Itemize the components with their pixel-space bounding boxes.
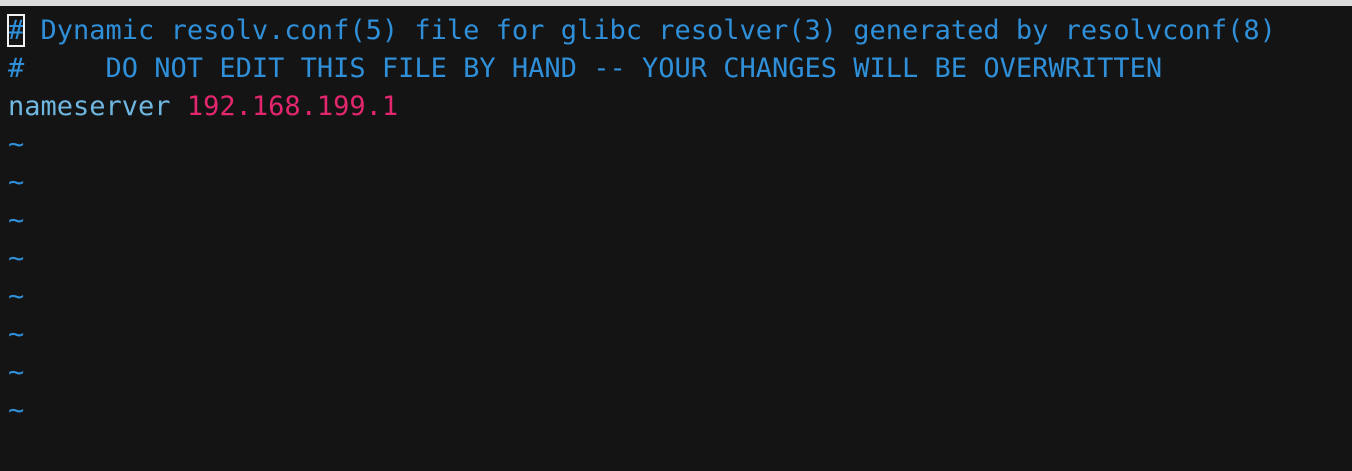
- empty-line-marker: ~: [8, 319, 25, 350]
- line-3[interactable]: nameserver 192.168.199.1: [8, 88, 398, 126]
- empty-line-marker: ~: [8, 281, 25, 312]
- empty-line-marker: ~: [8, 357, 25, 388]
- line-1[interactable]: # Dynamic resolv.conf(5) file for glibc …: [6, 12, 1276, 50]
- empty-line-marker: ~: [8, 129, 25, 160]
- empty-line-marker: ~: [8, 243, 25, 274]
- vim-editor[interactable]: # Dynamic resolv.conf(5) file for glibc …: [0, 6, 1352, 426]
- empty-line-marker: ~: [8, 205, 25, 236]
- empty-line-marker: ~: [8, 167, 25, 198]
- nameserver-keyword: nameserver: [8, 91, 171, 122]
- empty-line-marker: ~: [8, 395, 25, 426]
- nameserver-ip: 192.168.199.1: [186, 91, 399, 122]
- line-2[interactable]: # DO NOT EDIT THIS FILE BY HAND -- YOUR …: [8, 50, 1162, 88]
- text-cursor: #: [6, 14, 26, 47]
- comment-header: Dynamic resolv.conf(5) file for glibc re…: [24, 15, 1276, 46]
